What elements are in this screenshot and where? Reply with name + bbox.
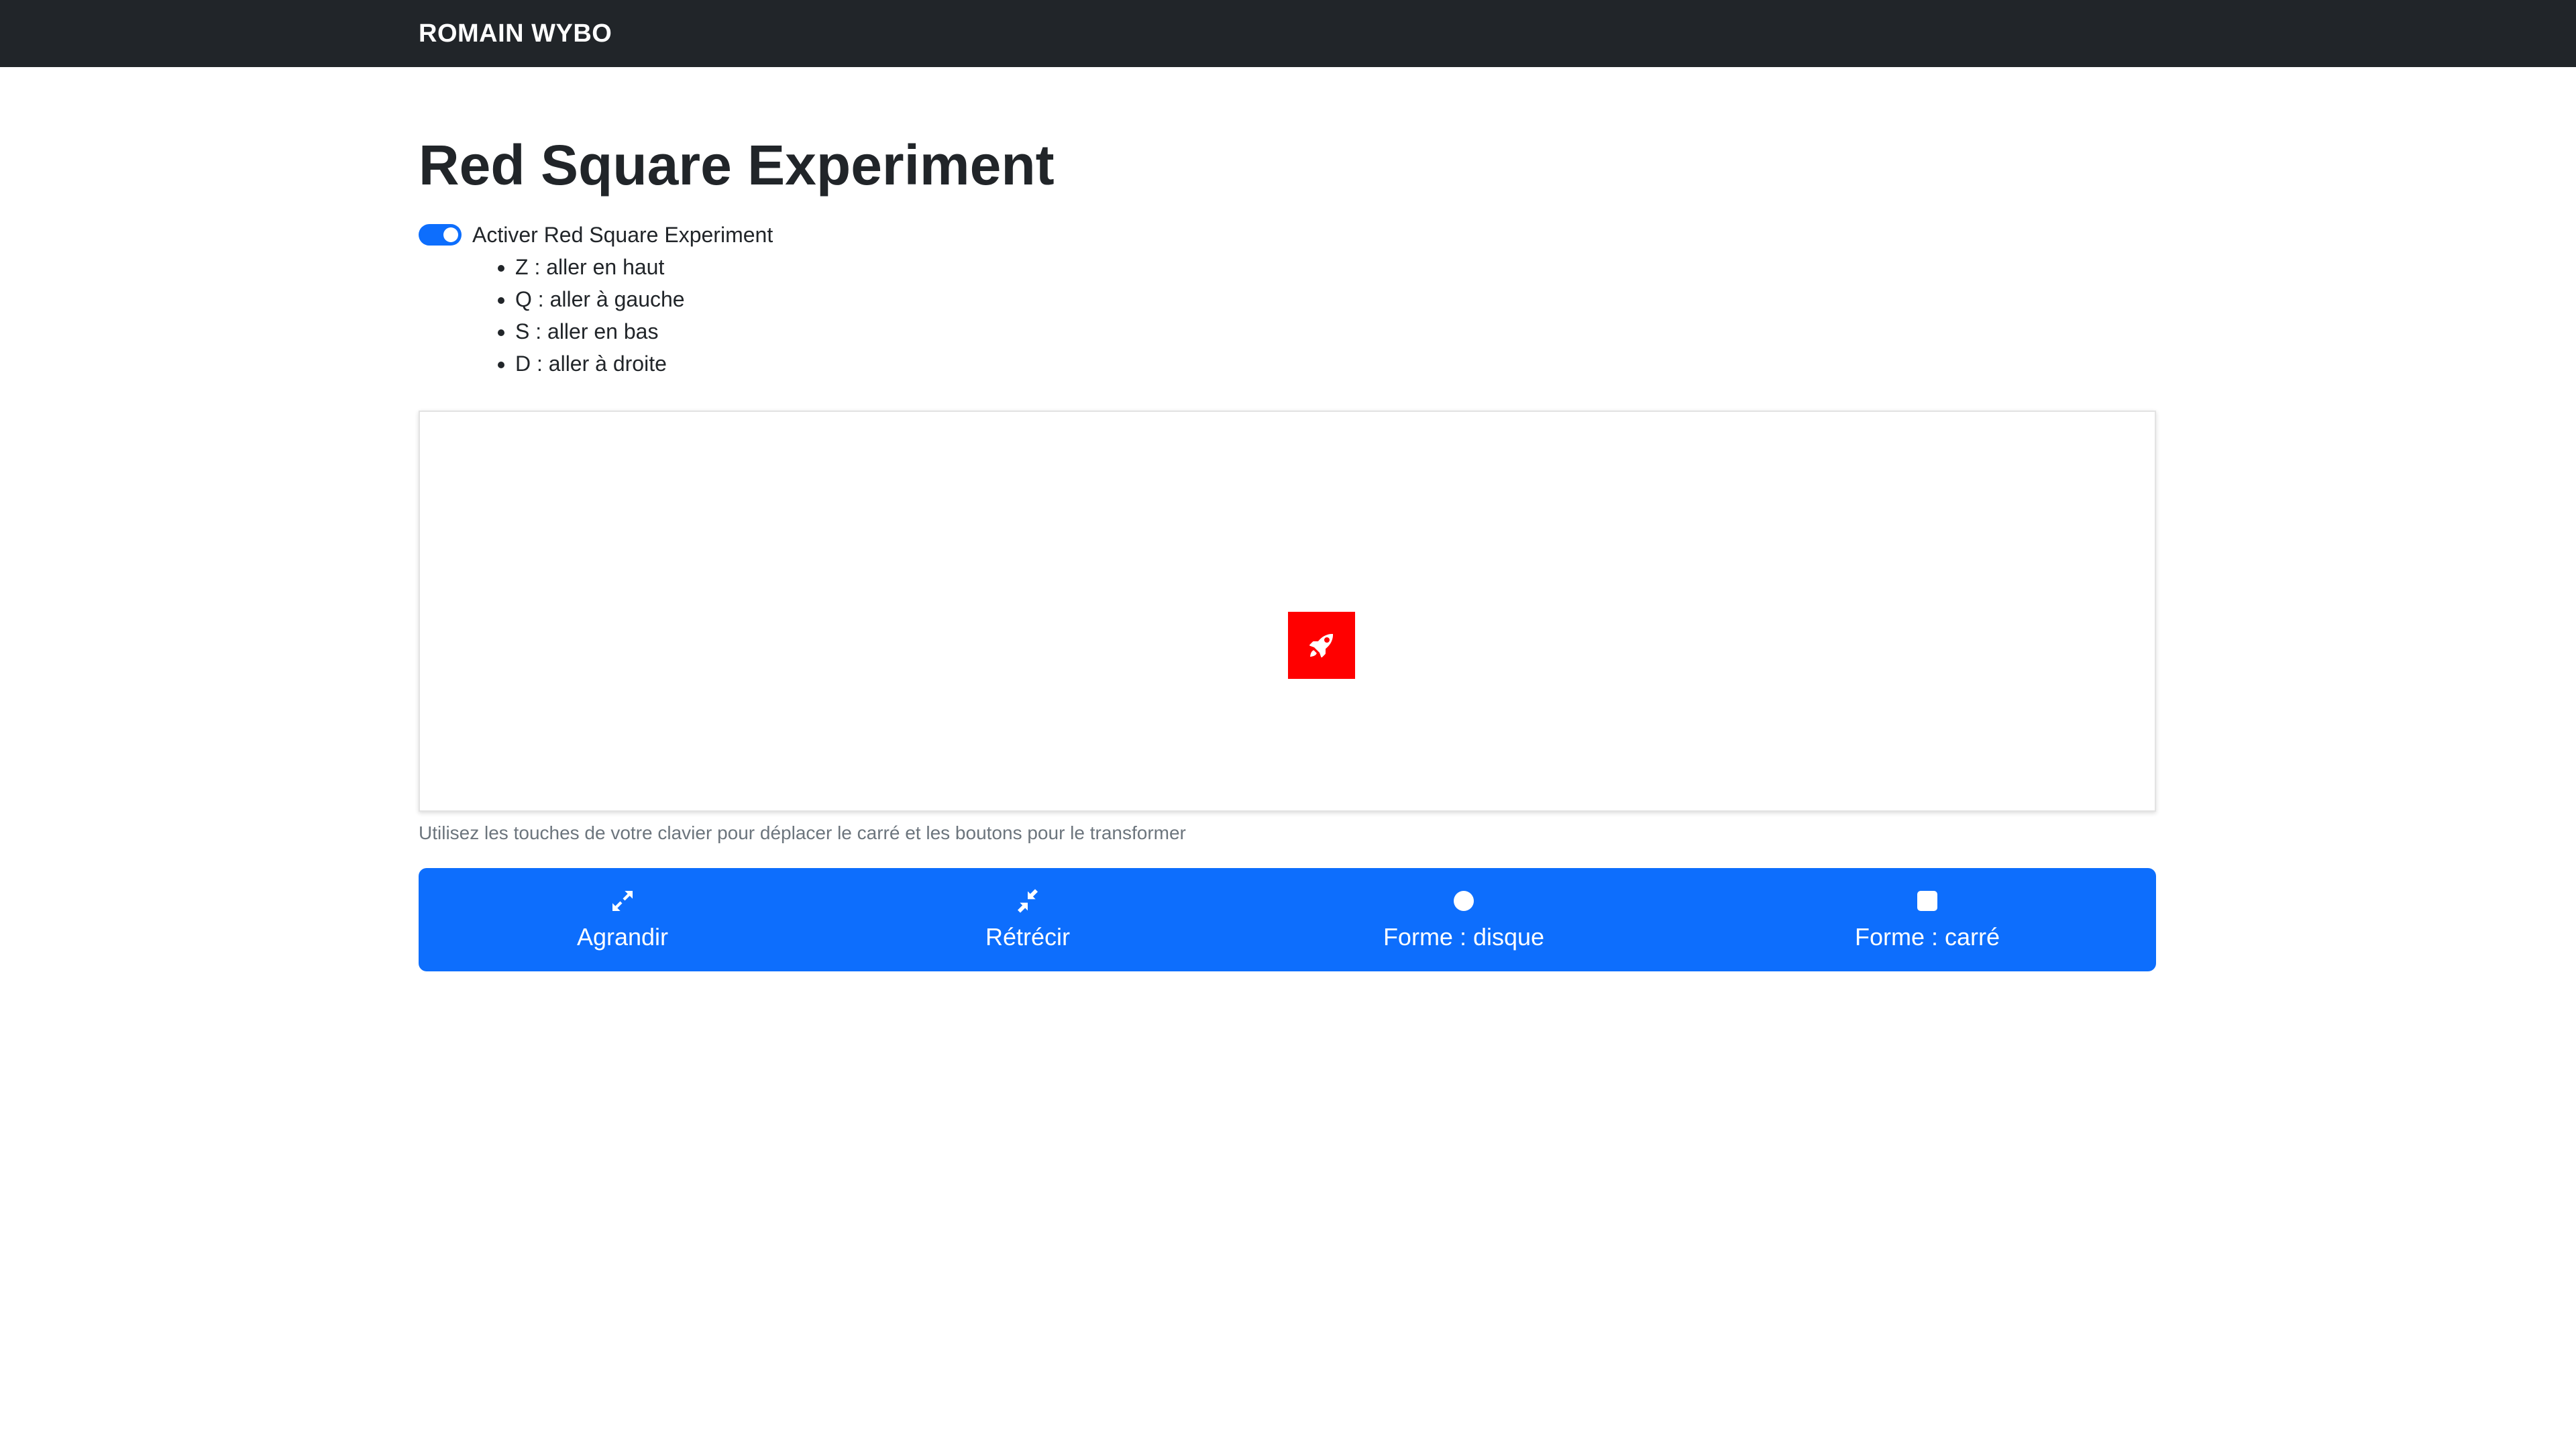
page-title: Red Square Experiment <box>419 133 1055 197</box>
experiment-stage[interactable] <box>419 411 2156 812</box>
red-square[interactable] <box>1288 612 1355 679</box>
grow-button[interactable]: Agrandir <box>419 868 826 971</box>
shape-square-button[interactable]: Forme : carré <box>1699 868 2156 971</box>
instructions-hint: Utilisez les touches de votre clavier po… <box>419 822 1186 843</box>
circle-icon <box>1450 888 1477 914</box>
experiment-toggle-switch[interactable] <box>419 224 462 246</box>
experiment-toggle-row: Activer Red Square Experiment <box>419 220 773 250</box>
rocket-icon <box>1309 633 1334 657</box>
shape-disc-button-label: Forme : disque <box>1383 923 1545 951</box>
navbar-brand[interactable]: ROMAIN WYBO <box>419 17 612 50</box>
controls-list: Z : aller en haut Q : aller à gauche S :… <box>419 251 685 380</box>
grow-button-label: Agrandir <box>576 923 669 951</box>
expand-icon <box>609 888 636 914</box>
shape-square-button-label: Forme : carré <box>1854 923 2000 951</box>
list-item: D : aller à droite <box>515 347 685 380</box>
toggle-knob <box>443 227 458 242</box>
transform-toolbar: Agrandir Rétrécir Forme : disque Forme :… <box>419 868 2156 971</box>
shrink-button[interactable]: Rétrécir <box>826 868 1229 971</box>
shape-disc-button[interactable]: Forme : disque <box>1229 868 1699 971</box>
shrink-button-label: Rétrécir <box>985 923 1071 951</box>
square-icon <box>1914 888 1941 914</box>
navbar: ROMAIN WYBO <box>0 0 2576 67</box>
experiment-toggle-label[interactable]: Activer Red Square Experiment <box>472 220 773 250</box>
list-item: Q : aller à gauche <box>515 283 685 315</box>
compress-icon <box>1014 888 1041 914</box>
list-item: S : aller en bas <box>515 315 685 347</box>
list-item: Z : aller en haut <box>515 251 685 283</box>
